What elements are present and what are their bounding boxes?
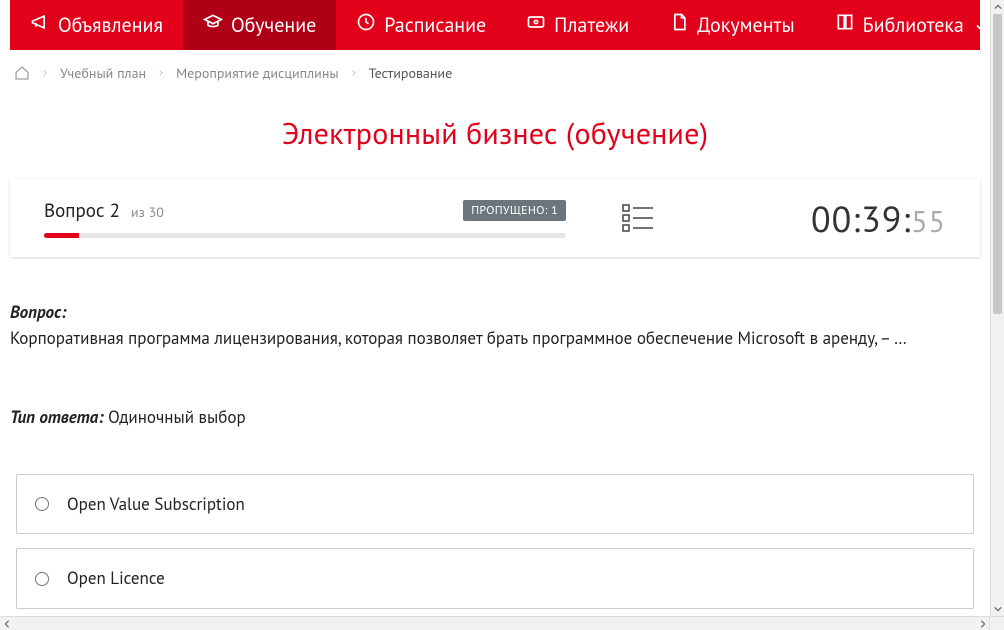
option-label: Open Licence [67,565,165,591]
answer-type-value: Одиночный выбор [108,406,246,428]
payment-icon [526,12,546,38]
chevron-right-icon [156,68,166,78]
nav-item-schedule[interactable]: Расписание [336,0,506,50]
scroll-down-icon[interactable] [991,602,1004,616]
nav-label: Библиотека [863,12,964,38]
scrollbar-thumb[interactable] [993,14,1002,314]
of-word: из [131,203,145,221]
status-card: Вопрос 2 из 30 ПРОПУЩЕНО: 1 [10,179,980,257]
nav-item-documents[interactable]: Документы [649,0,815,50]
nav-label: Документы [697,12,795,38]
breadcrumb-item[interactable]: Учебный план [60,64,146,82]
breadcrumb-item-current: Тестирование [369,64,453,82]
question-block: Вопрос: [10,299,980,325]
question-label: Вопрос: [10,301,66,323]
question-word: Вопрос [44,199,104,223]
option-label: Open Value Subscription [67,491,245,517]
nav-label: Обучение [231,12,316,38]
nav-label: Объявления [58,12,163,38]
answer-type-label: Тип ответа: [10,406,104,428]
vertical-scrollbar[interactable] [990,0,1004,616]
timer: 00:39:55 [811,195,946,242]
option-item[interactable]: Open Value Subscription [16,474,974,534]
nav-label: Расписание [384,12,486,38]
chevron-right-icon [40,68,50,78]
option-radio[interactable] [35,572,49,586]
question-total: 30 [149,203,164,221]
book-icon [835,12,855,38]
question-list-button[interactable] [622,203,654,233]
option-radio[interactable] [35,497,49,511]
top-nav: Объявления Обучение Расписание [10,0,980,50]
answer-type: Тип ответа: Одиночный выбор [10,404,980,430]
graduation-cap-icon [203,12,223,38]
question-text: Корпоративная программа лицензирования, … [10,325,980,351]
nav-item-payments[interactable]: Платежи [506,0,649,50]
scroll-up-icon[interactable] [991,0,1004,14]
nav-item-learning[interactable]: Обучение [183,0,336,50]
nav-item-library[interactable]: Библиотека [815,0,990,50]
megaphone-icon [30,12,50,38]
progress-fill [44,233,79,238]
clock-icon [356,12,376,38]
skipped-badge: ПРОПУЩЕНО: 1 [463,200,566,221]
horizontal-scrollbar[interactable] [0,616,1004,630]
breadcrumb-item[interactable]: Мероприятие дисциплины [176,64,339,82]
progress-bar [44,233,566,238]
timer-main: 00:39: [811,195,911,242]
chevron-right-icon [349,68,359,78]
chevron-down-icon [972,18,986,32]
nav-item-announcements[interactable]: Объявления [10,0,183,50]
home-icon[interactable] [14,65,30,81]
question-number: 2 [110,199,120,223]
option-item[interactable]: Open Licence [16,548,974,608]
breadcrumb: Учебный план Мероприятие дисциплины Тест… [10,50,980,92]
scroll-left-icon[interactable] [0,617,14,630]
page-title: Электронный бизнес (обучение) [10,92,980,179]
question-counter: Вопрос 2 из 30 [44,199,164,223]
nav-label: Платежи [554,12,629,38]
timer-seconds: 55 [911,202,946,241]
scroll-right-icon[interactable] [976,617,990,630]
options-list: Open Value Subscription Open Licence [10,474,980,616]
document-icon [669,12,689,38]
